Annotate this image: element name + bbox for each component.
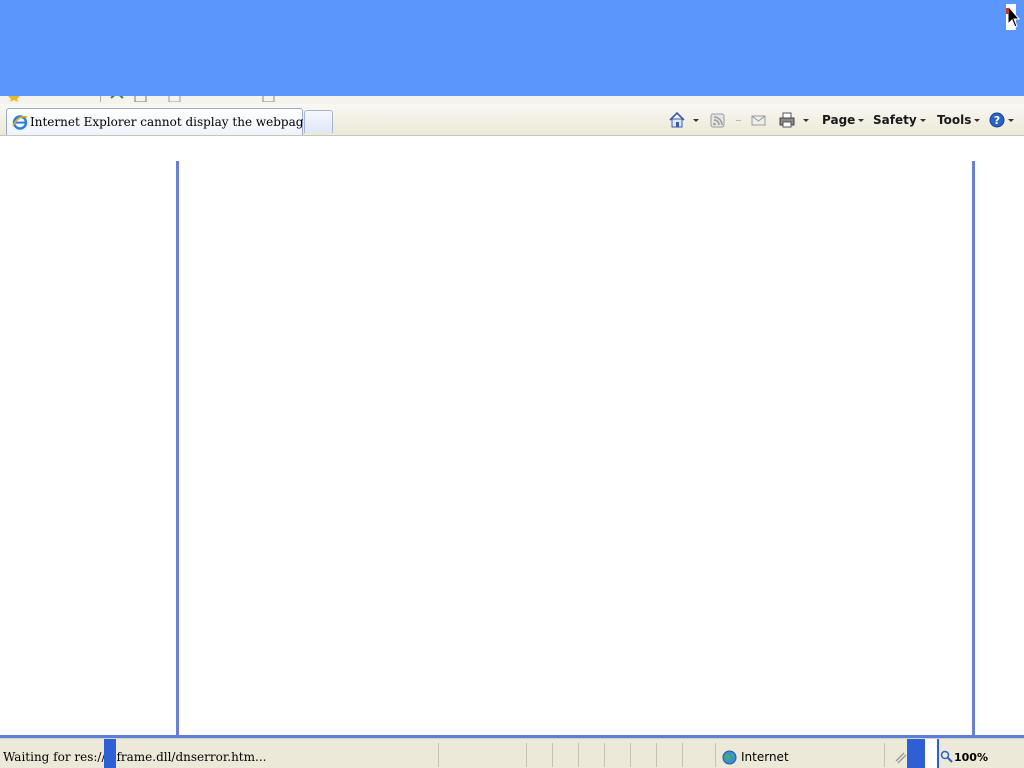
chevron-down-icon (974, 118, 981, 122)
status-separator (578, 743, 579, 767)
mail-icon[interactable] (751, 111, 767, 129)
chevron-down-icon (803, 118, 809, 122)
status-separator (552, 743, 553, 767)
page-menu-label: Page (822, 113, 856, 127)
favorites-bar-partial (0, 96, 1024, 104)
chevron-down-icon (919, 118, 926, 122)
tab-title: Internet Explorer cannot display the web… (30, 115, 311, 129)
status-separator (715, 743, 716, 767)
svg-text:?: ? (994, 114, 1000, 127)
status-text: Waiting for res://ieframe.dll/dnserror.h… (3, 750, 267, 764)
ie-icon (12, 115, 28, 130)
safety-menu-label: Safety (873, 113, 917, 127)
content-frame (179, 161, 972, 735)
overlay-block (104, 739, 116, 768)
status-separator (884, 743, 885, 767)
globe-icon (722, 750, 737, 765)
toolbar-separator (100, 96, 101, 102)
printer-icon[interactable] (778, 111, 796, 129)
overlay-frame (923, 739, 939, 768)
status-separator (682, 743, 683, 767)
print-dropdown-button[interactable] (800, 111, 809, 129)
favorites-link-icon[interactable] (262, 96, 276, 102)
suggested-sites-icon[interactable] (168, 96, 182, 102)
home-icon[interactable] (668, 111, 686, 129)
help-icon: ? (989, 112, 1005, 128)
chevron-down-icon (693, 118, 699, 122)
magnifier-icon (940, 750, 953, 763)
new-tab-button[interactable] (304, 110, 333, 133)
add-favorites-icon[interactable] (110, 96, 124, 102)
toolbar-separator (736, 120, 741, 121)
top-blue-band (0, 0, 1024, 96)
help-menu-button[interactable]: ? (989, 111, 1014, 129)
home-dropdown-button[interactable] (690, 111, 699, 129)
status-bar: Waiting for res://ieframe.dll/dnserror.h… (0, 738, 1024, 768)
mouse-cursor-icon (1006, 4, 1020, 30)
page-content (0, 136, 1024, 735)
rss-feed-icon[interactable] (710, 111, 726, 129)
page-menu-button[interactable]: Page (822, 111, 865, 129)
favorites-star-icon[interactable] (8, 96, 20, 102)
status-separator (656, 743, 657, 767)
safety-menu-button[interactable]: Safety (873, 111, 926, 129)
tools-menu-label: Tools (937, 113, 972, 127)
chevron-down-icon (1008, 118, 1014, 122)
zoom-level-button[interactable]: 100% (954, 751, 988, 764)
status-separator (604, 743, 605, 767)
tools-menu-button[interactable]: Tools (937, 111, 981, 129)
status-separator (526, 743, 527, 767)
chevron-down-icon (858, 118, 865, 122)
content-frame-border-right (972, 161, 975, 735)
overlay-block (907, 739, 923, 768)
ie-window: Internet Explorer cannot display the web… (0, 0, 1024, 768)
tab-active[interactable]: Internet Explorer cannot display the web… (6, 108, 311, 135)
zoom-dropdown-button[interactable] (1000, 756, 1009, 768)
protected-mode-icon[interactable] (894, 751, 908, 765)
status-separator (630, 743, 631, 767)
status-separator (438, 743, 439, 767)
security-zone-label: Internet (741, 750, 789, 764)
tab-command-bar: Internet Explorer cannot display the web… (0, 104, 1024, 136)
web-slice-icon[interactable] (134, 96, 148, 102)
